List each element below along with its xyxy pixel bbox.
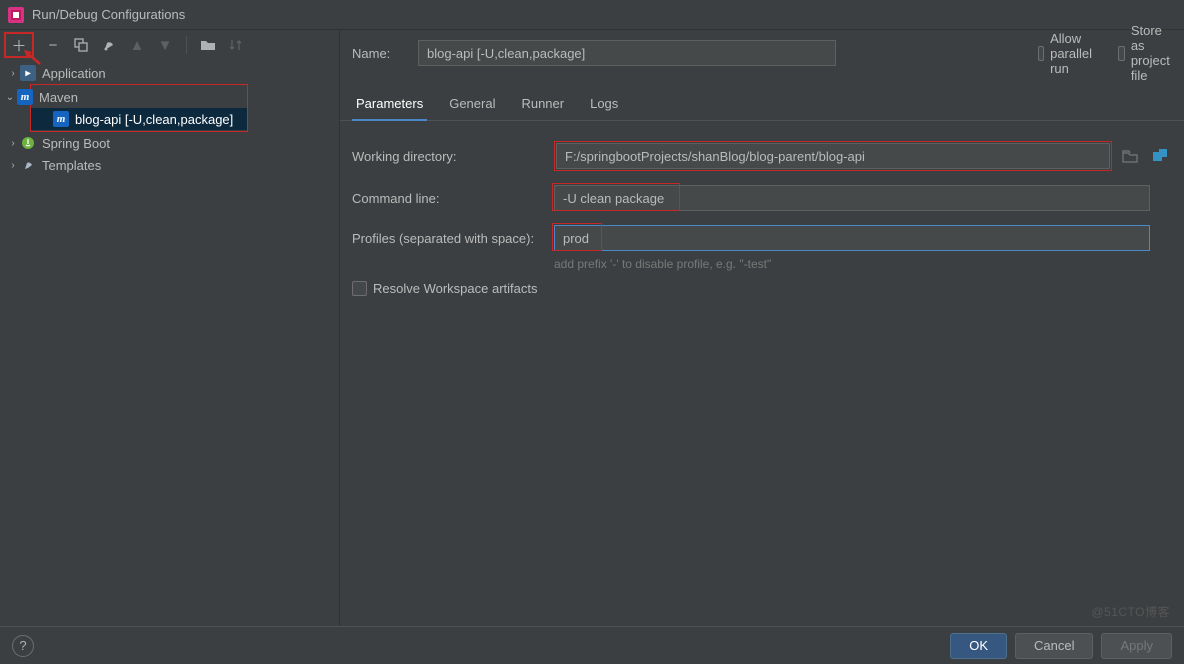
profiles-input[interactable]: [554, 225, 1150, 251]
store-project-checkbox[interactable]: Store as project file: [1118, 23, 1172, 83]
right-panel: Name: Allow parallel run Store as projec…: [340, 30, 1184, 626]
toolbar-separator: [186, 36, 187, 54]
app-icon: [8, 7, 24, 23]
parameters-form: Working directory: Command line:: [340, 121, 1184, 310]
working-dir-input[interactable]: [556, 143, 1110, 169]
tree-item-application[interactable]: › ▸ Application: [0, 62, 339, 84]
folder-button[interactable]: [199, 36, 217, 54]
spring-boot-icon: [20, 135, 36, 151]
chevron-right-icon: ›: [6, 138, 20, 149]
name-input[interactable]: [418, 40, 836, 66]
watermark: @51CTO博客: [1091, 603, 1170, 620]
application-icon: ▸: [20, 65, 36, 81]
chevron-right-icon: ›: [6, 68, 20, 79]
copy-config-button[interactable]: [72, 36, 90, 54]
checkbox-label: Allow parallel run: [1050, 31, 1092, 76]
command-line-row: Command line:: [352, 185, 1172, 211]
checkbox-label: Store as project file: [1131, 23, 1172, 83]
resolve-artifacts-row: Resolve Workspace artifacts: [352, 281, 1172, 296]
resolve-artifacts-checkbox[interactable]: Resolve Workspace artifacts: [352, 281, 538, 296]
cancel-button[interactable]: Cancel: [1015, 633, 1093, 659]
dialog-buttons: OK Cancel Apply: [950, 633, 1172, 659]
remove-config-button[interactable]: −: [44, 36, 62, 54]
maven-highlight-box: ⌄ m Maven m blog-api [-U,clean,package]: [30, 84, 248, 132]
maven-icon: m: [53, 111, 69, 127]
tab-parameters[interactable]: Parameters: [352, 90, 427, 121]
main-area: ＋ − ▲ ▼ › ▸ Application: [0, 30, 1184, 626]
window-title: Run/Debug Configurations: [32, 7, 185, 22]
tree-item-spring-boot[interactable]: › Spring Boot: [0, 132, 339, 154]
profiles-hint: add prefix '-' to disable profile, e.g. …: [554, 257, 1172, 271]
tree-item-templates[interactable]: › Templates: [0, 154, 339, 176]
move-up-button: ▲: [128, 36, 146, 54]
tree-label: blog-api [-U,clean,package]: [75, 112, 233, 127]
config-toolbar: ＋ − ▲ ▼: [0, 30, 339, 60]
working-dir-label: Working directory:: [352, 149, 546, 164]
templates-icon: [20, 157, 36, 173]
profiles-label: Profiles (separated with space):: [352, 231, 546, 246]
working-dir-row: Working directory:: [352, 141, 1172, 171]
tree-item-maven[interactable]: ⌄ m Maven: [31, 86, 247, 108]
config-tree: › ▸ Application ⌄ m Maven m blog-api [-U…: [0, 60, 339, 176]
command-line-label: Command line:: [352, 191, 546, 206]
edit-templates-button[interactable]: [100, 36, 118, 54]
titlebar: Run/Debug Configurations: [0, 0, 1184, 30]
tree-label: Templates: [42, 158, 101, 173]
checkbox-icon: [352, 281, 367, 296]
chevron-down-icon: ⌄: [3, 92, 17, 103]
checkbox-icon: [1038, 46, 1044, 61]
name-row: Name: Allow parallel run Store as projec…: [340, 30, 1184, 76]
browse-folder-button[interactable]: [1118, 144, 1142, 168]
add-config-button[interactable]: ＋: [10, 36, 28, 54]
tab-runner[interactable]: Runner: [517, 90, 568, 120]
maven-icon: m: [17, 89, 33, 105]
tabs: Parameters General Runner Logs: [340, 90, 1184, 121]
left-panel: ＋ − ▲ ▼ › ▸ Application: [0, 30, 340, 626]
chevron-right-icon: ›: [6, 160, 20, 171]
tab-general[interactable]: General: [445, 90, 499, 120]
command-line-input[interactable]: [554, 185, 1150, 211]
checkbox-icon: [1118, 46, 1125, 61]
tree-label: Maven: [39, 90, 78, 105]
apply-button[interactable]: Apply: [1101, 633, 1172, 659]
profiles-row: Profiles (separated with space):: [352, 225, 1172, 251]
allow-parallel-checkbox[interactable]: Allow parallel run: [1038, 31, 1092, 76]
tree-label: Application: [42, 66, 106, 81]
insert-path-button[interactable]: [1148, 144, 1172, 168]
name-label: Name:: [352, 46, 406, 61]
tree-item-blog-api[interactable]: m blog-api [-U,clean,package]: [31, 108, 247, 130]
move-down-button: ▼: [156, 36, 174, 54]
tab-logs[interactable]: Logs: [586, 90, 622, 120]
sort-button: [227, 36, 245, 54]
bottom-bar: ? OK Cancel Apply: [0, 626, 1184, 664]
checkbox-label: Resolve Workspace artifacts: [373, 281, 538, 296]
tree-label: Spring Boot: [42, 136, 110, 151]
ok-button[interactable]: OK: [950, 633, 1007, 659]
help-button[interactable]: ?: [12, 635, 34, 657]
